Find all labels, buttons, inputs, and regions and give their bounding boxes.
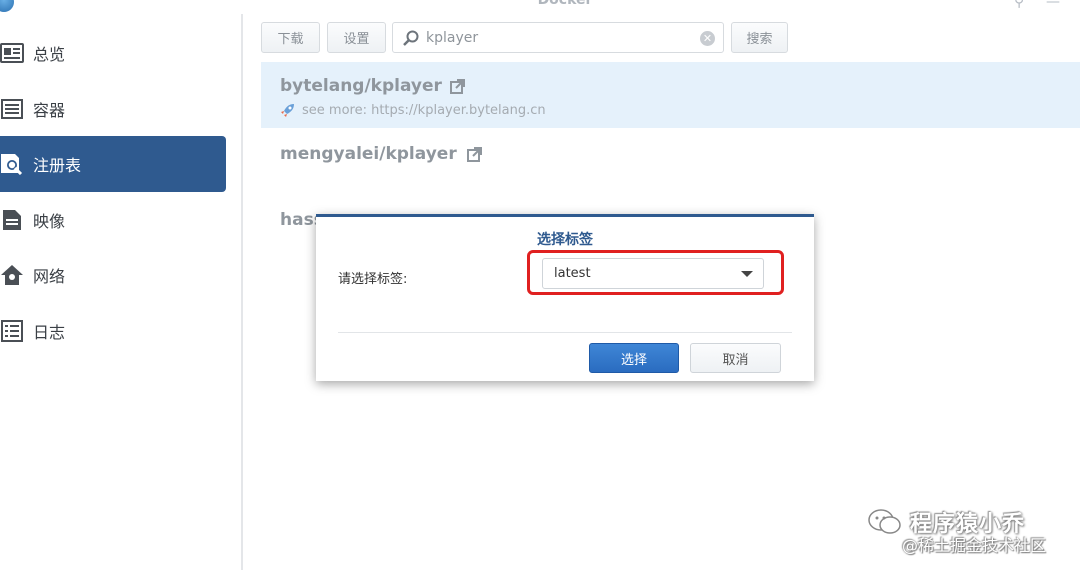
image-icon [0, 209, 24, 231]
cancel-button[interactable]: 取消 [690, 343, 781, 373]
tag-select-value: latest [554, 266, 591, 281]
sidebar-item-label: 映像 [33, 212, 66, 231]
select-button[interactable]: 选择 [589, 343, 679, 373]
sidebar-item-log[interactable]: 日志 [0, 303, 226, 359]
search-input[interactable] [426, 28, 696, 48]
sidebar-item-network[interactable]: 网络 [0, 247, 226, 303]
download-button[interactable]: 下载 [261, 22, 320, 53]
repo-name: bytelang/kplayer [280, 76, 442, 96]
external-link-icon[interactable] [467, 147, 482, 166]
log-icon [0, 320, 24, 342]
dialog-title: 选择标签 [537, 232, 593, 248]
sidebar-item-label: 日志 [33, 323, 66, 342]
repo-description-text: see more: https://kplayer.bytelang.cn [302, 102, 546, 118]
sidebar-item-registry[interactable]: 注册表 [0, 136, 226, 192]
watermark-source: @稀土掘金技术社区 [902, 536, 1047, 555]
title-bar: Docker ⚲ — [0, 0, 1080, 14]
sidebar-item-label: 注册表 [33, 156, 82, 175]
rocket-icon [280, 102, 296, 118]
divider [338, 332, 792, 333]
search-box: ✕ [392, 22, 724, 53]
minimize-icon[interactable]: — [1046, 0, 1060, 10]
list-item[interactable]: mengyalei/kplayer [261, 130, 1080, 190]
list-item[interactable]: bytelang/kplayer see more: https://kplay… [261, 62, 1080, 128]
settings-button[interactable]: 设置 [327, 22, 386, 53]
repo-description: see more: https://kplayer.bytelang.cn [280, 102, 546, 118]
search-icon [402, 29, 420, 51]
sidebar-item-overview[interactable]: 总览 [0, 25, 226, 81]
tag-field-label: 请选择标签: [338, 272, 408, 287]
chevron-down-icon [741, 271, 753, 277]
clear-search-icon[interactable]: ✕ [700, 31, 715, 46]
window-title: Docker [537, 0, 593, 8]
sidebar-item-label: 网络 [33, 267, 66, 286]
sidebar: 总览 容器 注册表 映像 网络 日志 [0, 14, 243, 570]
container-icon [0, 98, 24, 120]
search-button[interactable]: 搜索 [731, 22, 788, 53]
sidebar-item-container[interactable]: 容器 [0, 81, 226, 137]
external-link-icon[interactable] [450, 79, 465, 98]
pin-icon[interactable]: ⚲ [1014, 0, 1024, 10]
overview-icon [0, 42, 24, 64]
tag-select[interactable]: latest [542, 258, 764, 289]
registry-search-icon [0, 153, 24, 175]
sidebar-item-label: 容器 [33, 101, 66, 120]
repo-name: mengyalei/kplayer [280, 144, 457, 164]
select-tag-dialog: 选择标签 请选择标签: latest 选择 取消 [316, 214, 814, 381]
wechat-icon [868, 508, 902, 536]
sidebar-item-image[interactable]: 映像 [0, 192, 226, 248]
network-icon [0, 264, 24, 286]
sidebar-item-label: 总览 [33, 45, 66, 64]
